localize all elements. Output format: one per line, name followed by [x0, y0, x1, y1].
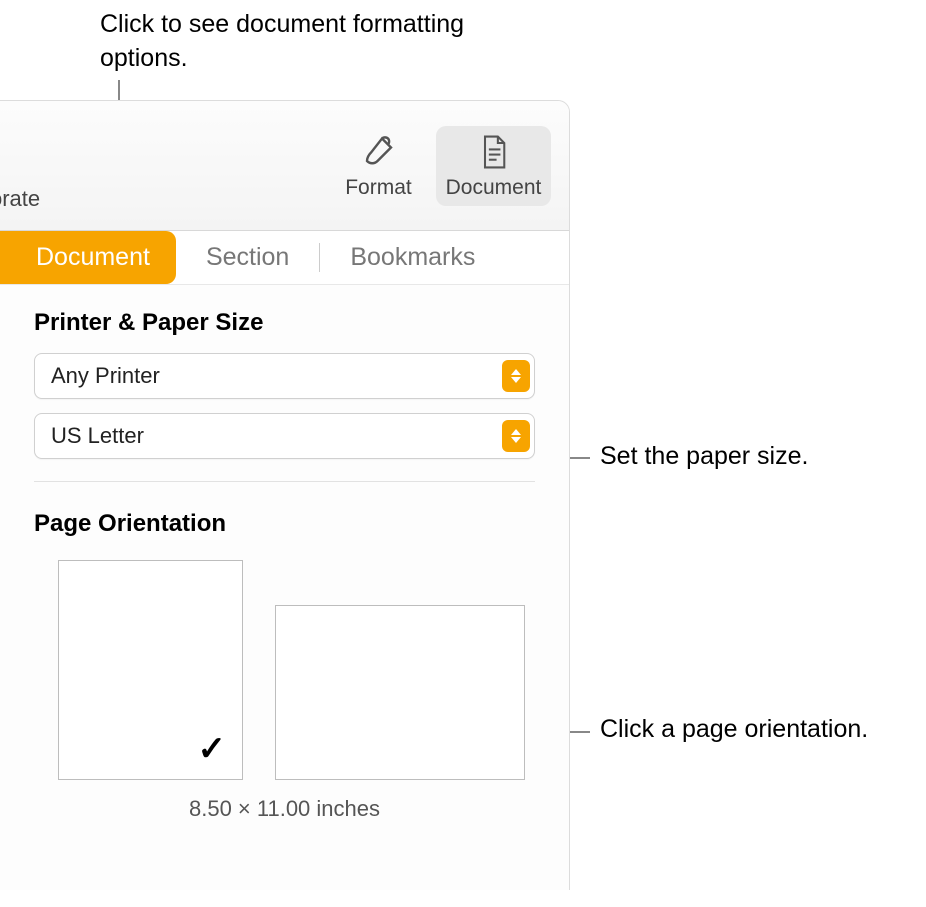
toolbar-format-label: Format [345, 176, 412, 199]
toolbar-document-label: Document [446, 176, 542, 199]
document-icon [478, 134, 510, 170]
inspector-tabs: Document Section Bookmarks [0, 231, 569, 285]
paintbrush-icon [361, 134, 397, 170]
section-divider [34, 481, 535, 482]
inspector-content: Printer & Paper Size Any Printer US Lett… [0, 285, 569, 846]
tab-document[interactable]: Document [0, 231, 176, 284]
paper-size-popup[interactable]: US Letter [34, 413, 535, 459]
orientation-options: ✓ [34, 560, 535, 780]
printer-paper-heading: Printer & Paper Size [34, 309, 535, 337]
paper-size-popup-value: US Letter [51, 423, 144, 449]
callout-document-tab: Click to see document formatting options… [100, 8, 530, 76]
orientation-portrait[interactable]: ✓ [58, 560, 243, 780]
printer-popup-value: Any Printer [51, 363, 160, 389]
page-orientation-heading: Page Orientation [34, 510, 535, 538]
toolbar-format-button[interactable]: Format [321, 126, 436, 206]
updown-arrows-icon [502, 360, 530, 392]
toolbar-document-button[interactable]: Document [436, 126, 551, 206]
tab-section[interactable]: Section [176, 231, 319, 284]
toolbar-item-collaborate-partial[interactable]: orate [0, 186, 40, 212]
updown-arrows-icon [502, 420, 530, 452]
checkmark-icon: ✓ [198, 729, 227, 769]
orientation-landscape[interactable] [275, 605, 525, 780]
page-dimensions-label: 8.50 × 11.00 inches [34, 796, 535, 822]
callout-paper-size: Set the paper size. [600, 440, 808, 474]
inspector-panel: orate Format Document [0, 100, 570, 890]
toolbar: orate Format Document [0, 101, 569, 231]
tab-bookmarks[interactable]: Bookmarks [320, 231, 505, 284]
callout-orientation: Click a page orientation. [600, 713, 868, 747]
printer-popup[interactable]: Any Printer [34, 353, 535, 399]
